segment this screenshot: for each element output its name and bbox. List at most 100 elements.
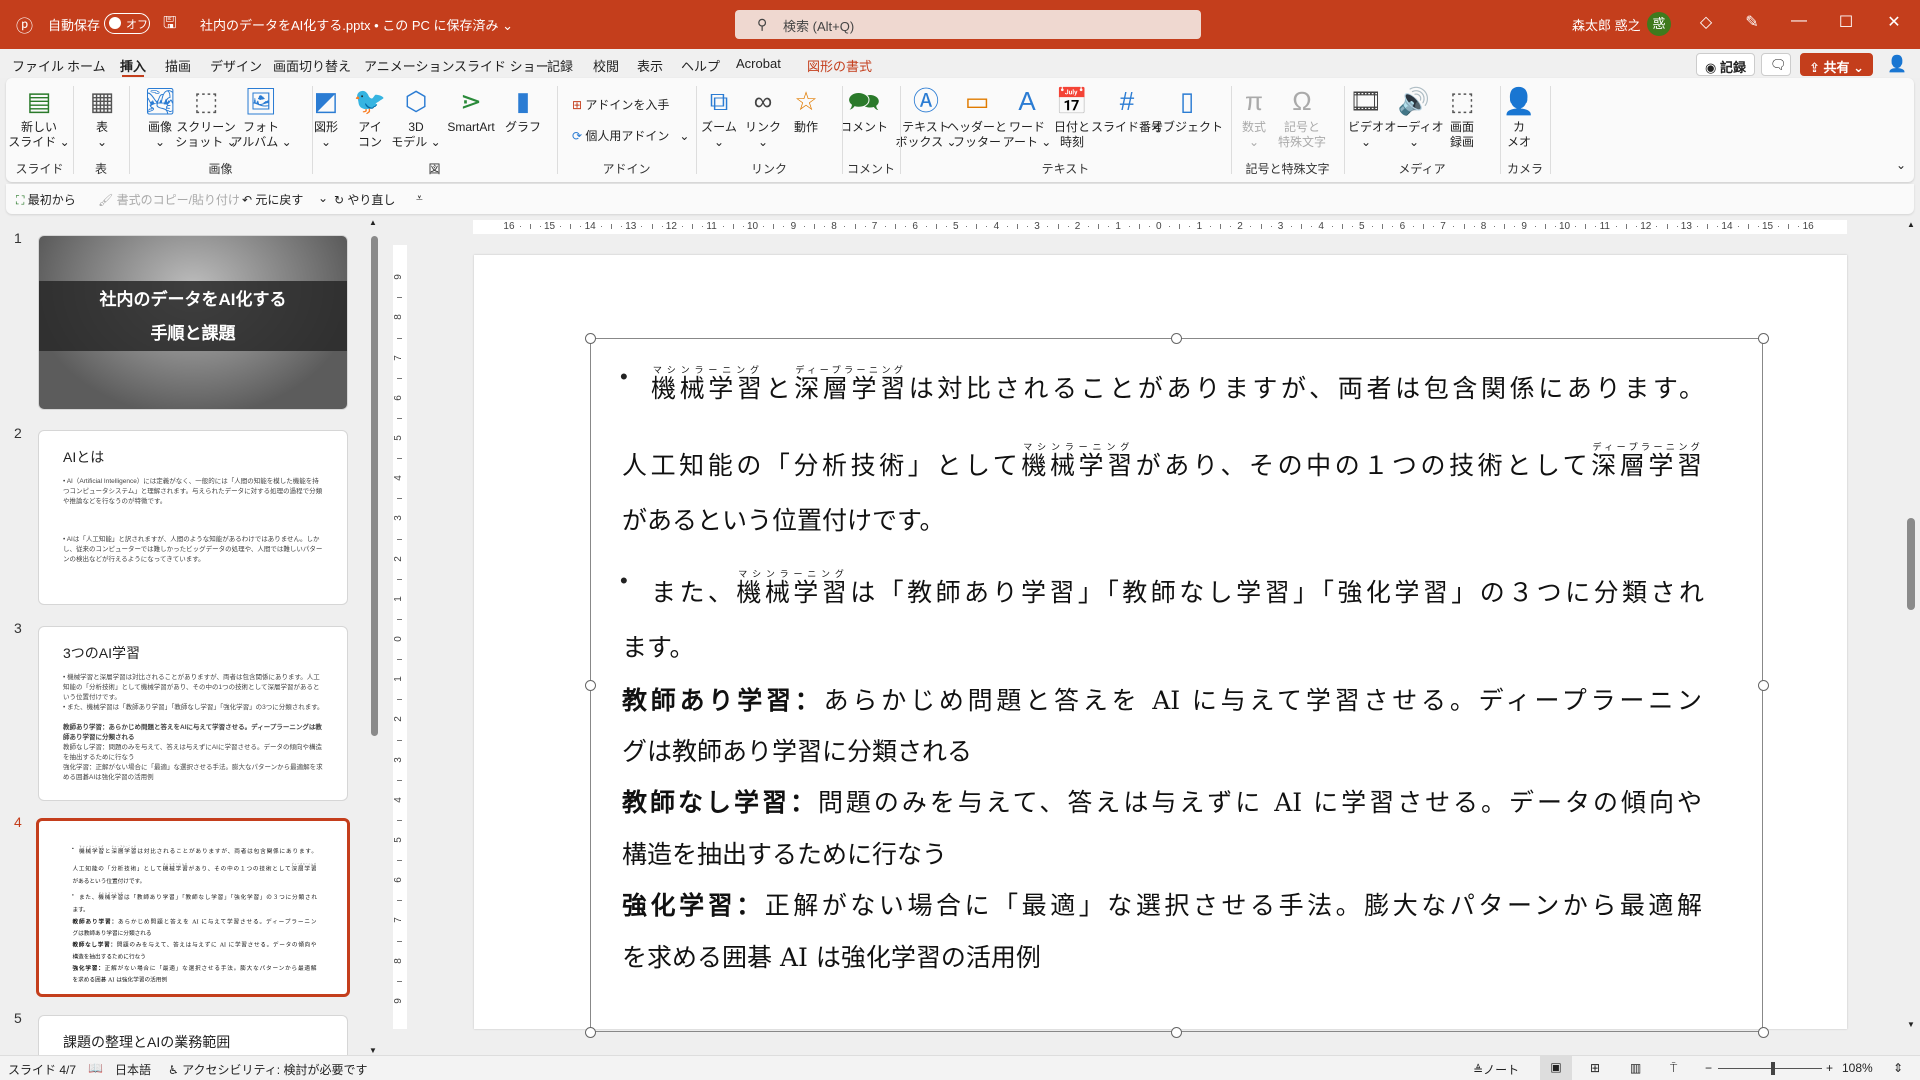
slide-thumbnail-1[interactable]: 社内のデータをAI化する 手順と課題 bbox=[38, 235, 348, 410]
normal-view-icon[interactable]: ▣ bbox=[1540, 1056, 1572, 1080]
screenshot-button[interactable]: ⬚ スクリーン ショット ⌄ bbox=[175, 84, 236, 150]
date-time-button[interactable]: 📅 日付と 時刻 bbox=[1054, 84, 1090, 150]
resize-handle[interactable] bbox=[584, 679, 596, 691]
smartart-button[interactable]: ⋗ SmartArt bbox=[447, 84, 494, 135]
tab-13[interactable]: 図形の書式 bbox=[807, 56, 872, 75]
tab-4[interactable]: デザイン bbox=[210, 56, 262, 75]
slide-sorter-icon[interactable]: ⊞ bbox=[1590, 1061, 1600, 1075]
undo-button[interactable]: ↶ 元に戻す bbox=[242, 191, 303, 208]
language-indicator[interactable]: 日本語 bbox=[115, 1061, 151, 1078]
share-button[interactable]: ⇪ 共有 ⌄ bbox=[1800, 53, 1873, 76]
reading-view-icon[interactable]: ▥ bbox=[1630, 1061, 1641, 1075]
avatar[interactable]: 惑 bbox=[1647, 12, 1671, 36]
record-button[interactable]: ◉ 記録 bbox=[1696, 53, 1755, 76]
zoom-slider-thumb[interactable] bbox=[1771, 1062, 1776, 1075]
tab-6[interactable]: アニメーション bbox=[364, 56, 454, 75]
text-line[interactable]: 強化学習：正解がない場合に「最適」な選択させる手法。膨大なパターンから最適解 bbox=[72, 964, 316, 972]
equation-button[interactable]: π 数式 ⌄ bbox=[1242, 84, 1266, 150]
tab-7[interactable]: スライド ショー bbox=[454, 56, 549, 75]
from-beginning-button[interactable]: ⛶ 最初から bbox=[16, 191, 76, 208]
tab-9[interactable]: 校閲 bbox=[593, 56, 619, 75]
vertical-ruler[interactable]: 9 8 7 6 5 4 3 2 1 0 1 2 3 4 5 6 7 8 9 bbox=[393, 245, 407, 1029]
minimize-button[interactable]: — bbox=[1787, 12, 1811, 30]
audio-button[interactable]: 🔊 オーディオ ⌄ bbox=[1384, 84, 1443, 150]
photo-album-button[interactable]: 🖼 フォト アルバム ⌄ bbox=[230, 84, 291, 150]
text-line[interactable]: 機械学習マシンラーニングと深層学習ディープラーニングは対比されることがありますが… bbox=[79, 846, 317, 855]
editor-scrollbar[interactable]: ▲ ▼ bbox=[1902, 218, 1920, 1055]
tab-2[interactable]: 挿入 bbox=[120, 56, 146, 77]
text-line[interactable]: を求める囲碁 AI は強化学習の活用例 bbox=[72, 975, 316, 983]
tab-5[interactable]: 画面切り替え bbox=[273, 56, 351, 75]
video-button[interactable]: 🎞 ビデオ ⌄ bbox=[1348, 84, 1384, 150]
resize-handle[interactable] bbox=[584, 332, 596, 344]
table-button[interactable]: ▦ 表 ⌄ bbox=[90, 84, 115, 150]
collapse-ribbon-icon[interactable]: ⌄ bbox=[1896, 158, 1906, 172]
get-addins-button[interactable]: ⊞ アドインを入手 bbox=[572, 96, 669, 113]
horizontal-ruler[interactable]: 16 15 14 13 12 11 10 9 8 7 6 5 4 3 2 1 0 1 2 3 4 5 6 7 8 9 10 11 12 1… bbox=[473, 220, 1847, 234]
slide-thumbnail-4[interactable]: • 機械学習マシンラーニングと深層学習ディープラーニングは対比されることがあります… bbox=[36, 818, 350, 997]
resize-handle[interactable] bbox=[1757, 332, 1769, 344]
pen-icon[interactable]: ✎ bbox=[1740, 12, 1764, 32]
3d-model-button[interactable]: ⬡ 3D モデル ⌄ bbox=[391, 84, 440, 150]
comments-button[interactable]: 🗨 bbox=[1761, 53, 1791, 76]
comment-button[interactable]: 🗪 コメント bbox=[840, 84, 888, 135]
action-button[interactable]: ☆ 動作 bbox=[794, 84, 818, 135]
slideshow-view-icon[interactable]: ⍑ bbox=[1670, 1061, 1677, 1076]
panel-scrollbar[interactable]: ▲ ▼ bbox=[369, 218, 379, 1055]
save-icon[interactable]: 🖫 bbox=[163, 12, 177, 39]
format-painter-button[interactable]: 🖌 書式のコピー/貼り付け bbox=[98, 191, 240, 208]
zoom-out-button[interactable]: − bbox=[1705, 1061, 1712, 1075]
slide-thumbnail-2[interactable]: AIとは • AI（Artificial Intelligence）には定義がな… bbox=[38, 430, 348, 605]
new-slide-button[interactable]: ▤ 新しい スライド ⌄ bbox=[8, 84, 69, 150]
resize-handle[interactable] bbox=[1757, 1026, 1769, 1038]
text-line[interactable]: グは教師あり学習に分類される bbox=[72, 929, 316, 937]
close-button[interactable]: ✕ bbox=[1882, 12, 1906, 32]
header-footer-button[interactable]: ▭ ヘッダーと フッター bbox=[947, 84, 1007, 150]
resize-handle[interactable] bbox=[584, 1026, 596, 1038]
spellcheck-icon[interactable]: 📖 bbox=[88, 1061, 103, 1075]
chart-button[interactable]: ▮ グラフ bbox=[505, 84, 541, 135]
zoom-button[interactable]: ⧉ ズーム ⌄ bbox=[701, 84, 737, 150]
tab-3[interactable]: 描画 bbox=[165, 56, 191, 75]
resize-handle[interactable] bbox=[1171, 1026, 1182, 1038]
resize-handle[interactable] bbox=[1171, 332, 1182, 344]
tab-1[interactable]: ホーム bbox=[67, 56, 106, 75]
search-box[interactable]: ⚲ 検索 (Alt+Q) bbox=[735, 10, 1201, 39]
customize-qat-icon[interactable]: ⩡ bbox=[416, 191, 423, 206]
redo-button[interactable]: ↻ やり直し bbox=[334, 191, 395, 208]
zoom-in-button[interactable]: + bbox=[1826, 1061, 1833, 1075]
text-line[interactable]: 教師あり学習：あらかじめ問題と答えを AI に与えて学習させる。ディープラーニン bbox=[72, 917, 316, 925]
image-button[interactable]: 🏞 画像 ⌄ bbox=[143, 84, 176, 150]
screen-recording-button[interactable]: ⬚ 画面 録画 bbox=[1450, 84, 1475, 150]
accessibility-button[interactable]: ♿ アクセシビリティ: 検討が必要です bbox=[168, 1061, 367, 1078]
link-button[interactable]: ∞ リンク ⌄ bbox=[745, 84, 781, 150]
undo-dropdown[interactable]: ⌄ bbox=[318, 191, 328, 205]
text-line[interactable]: があるという位置付けです。 bbox=[72, 877, 316, 885]
wordart-button[interactable]: A ワード アート ⌄ bbox=[1003, 84, 1052, 150]
text-line[interactable]: 人工知能の「分析技術」として機械学習マシンラーニングがあり、その中の１つの技術と… bbox=[72, 863, 316, 872]
coauthor-icon[interactable]: 👤 bbox=[1887, 54, 1907, 74]
text-line[interactable]: 教師なし学習：問題のみを与えて、答えは与えずに AI に学習させる。データの傾向… bbox=[72, 940, 316, 948]
zoom-level[interactable]: 108% bbox=[1842, 1061, 1873, 1075]
fit-to-window-icon[interactable]: ⇕ bbox=[1893, 1061, 1903, 1075]
premium-diamond-icon[interactable]: ◇ bbox=[1694, 12, 1718, 32]
tab-11[interactable]: ヘルプ bbox=[681, 56, 720, 75]
tab-10[interactable]: 表示 bbox=[637, 56, 663, 75]
tab-12[interactable]: Acrobat bbox=[736, 56, 781, 71]
user-name[interactable]: 森太郎 惑之 bbox=[1572, 15, 1641, 34]
text-line[interactable]: 構造を抽出するために行なう bbox=[72, 952, 316, 960]
my-addins-button[interactable]: ⟳ 個人用アドイン ⌄ bbox=[572, 127, 689, 144]
zoom-slider[interactable] bbox=[1718, 1062, 1822, 1075]
text-line[interactable]: また、機械学習マシンラーニングは「教師あり学習」「教師なし学習」「強化学習」の３… bbox=[79, 892, 317, 901]
maximize-button[interactable]: ☐ bbox=[1834, 12, 1858, 32]
notes-button[interactable]: ≜ノート bbox=[1473, 1061, 1519, 1078]
icons-button[interactable]: 🐦 アイ コン bbox=[354, 84, 386, 150]
text-line[interactable]: ます。 bbox=[72, 905, 316, 913]
shapes-button[interactable]: ◩ 図形 ⌄ bbox=[314, 84, 339, 150]
document-title[interactable]: 社内のデータをAI化する.pptx • この PC に保存済み ⌄ bbox=[200, 15, 513, 34]
tab-0[interactable]: ファイル bbox=[12, 56, 64, 75]
symbol-button[interactable]: Ω 記号と 特殊文字 bbox=[1278, 84, 1326, 150]
slide-thumbnail-3[interactable]: 3つのAI学習 • 機械学習と深層学習は対比されることがありますが、両者は包含関… bbox=[38, 626, 348, 801]
text-box-selection[interactable] bbox=[590, 338, 1763, 1032]
object-button[interactable]: ▯ オブジェクト bbox=[1151, 84, 1223, 135]
